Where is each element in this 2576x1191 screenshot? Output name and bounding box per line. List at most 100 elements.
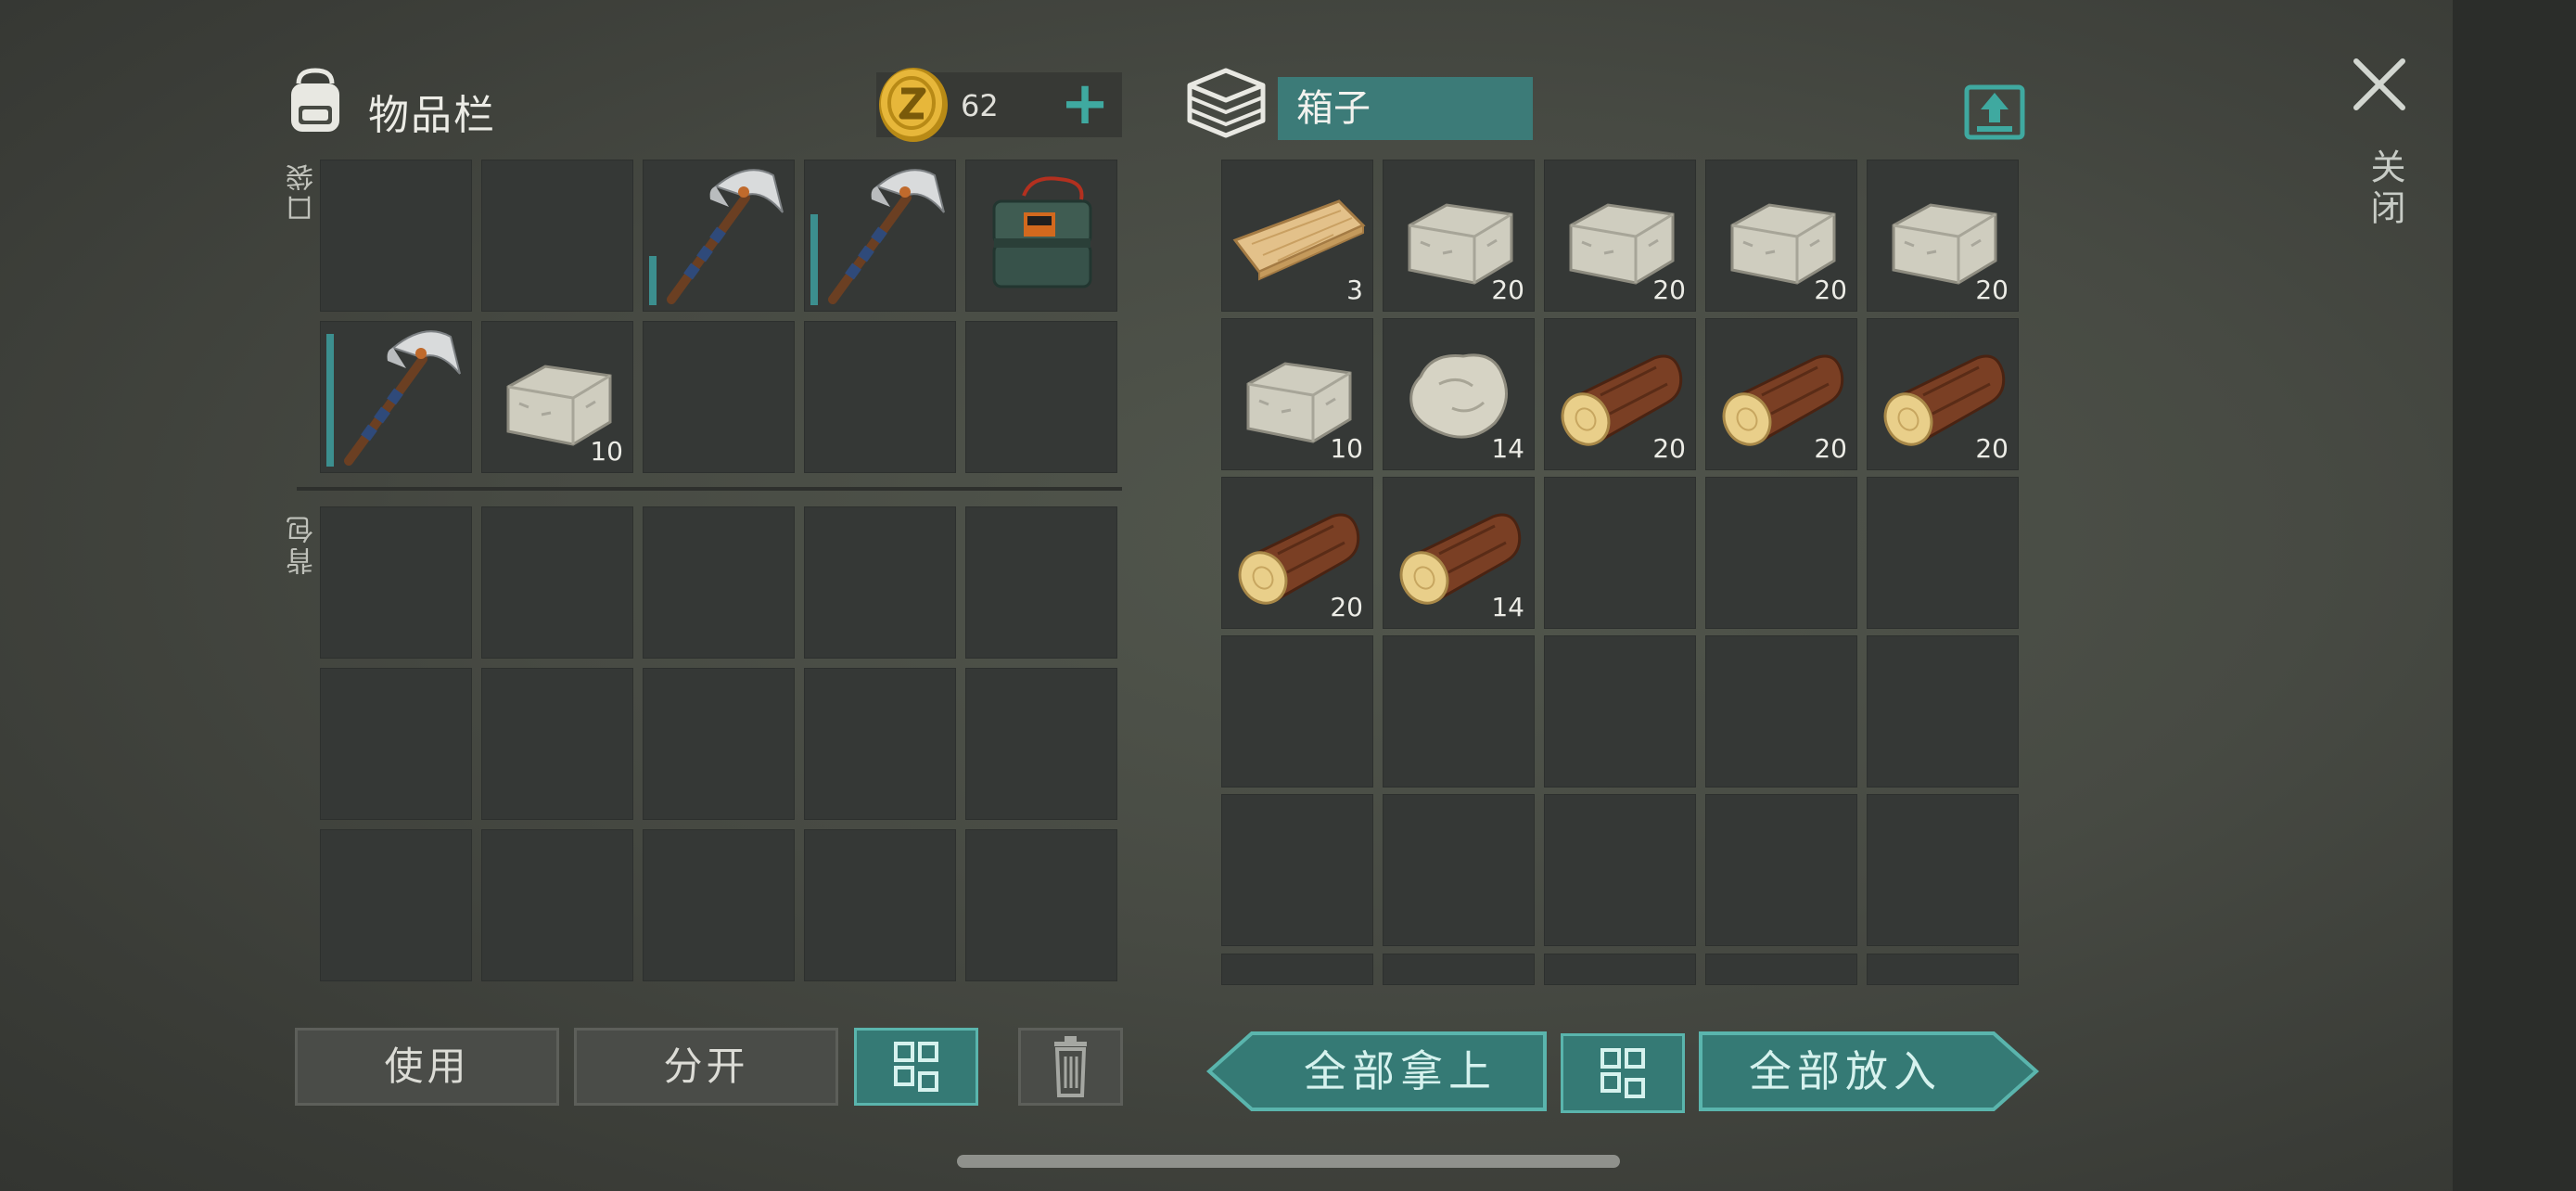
pocket-label: 口袋 [287, 160, 319, 223]
container-slot[interactable]: 20 [1383, 160, 1535, 312]
container-slot[interactable]: 20 [1867, 318, 2019, 470]
grid-sort-icon [894, 1042, 938, 1092]
c4-icon [992, 176, 1092, 288]
backpack-label: 背包 [287, 512, 319, 575]
backpack-slot[interactable] [804, 829, 956, 981]
trash-icon [1054, 1036, 1087, 1097]
backpack-slot[interactable] [965, 506, 1117, 659]
container-slot[interactable] [1705, 635, 1857, 788]
item-count: 14 [1491, 433, 1524, 464]
item-count: 20 [1814, 433, 1847, 464]
pocket-slot[interactable]: 10 [481, 321, 633, 473]
backpack-slot[interactable] [643, 829, 795, 981]
pickaxe-icon [828, 169, 945, 304]
take-all-button[interactable]: 全部拿上 [1252, 1030, 1549, 1113]
backpack-slot[interactable] [320, 506, 472, 659]
durability-bar [810, 214, 818, 305]
pocket-slot[interactable] [965, 160, 1117, 312]
container-slot[interactable]: 10 [1221, 318, 1373, 470]
pocket-slot[interactable] [965, 321, 1117, 473]
pocket-slot[interactable] [320, 321, 472, 473]
inventory-title: 物品栏 [368, 92, 496, 139]
use-button[interactable]: 使用 [295, 1028, 559, 1106]
container-slot[interactable] [1221, 635, 1373, 788]
container-slot[interactable]: 14 [1383, 477, 1535, 629]
pocket-slot[interactable] [481, 160, 633, 312]
backpack-slot[interactable] [804, 668, 956, 820]
grid-sort-icon [1600, 1048, 1645, 1098]
durability-bar [326, 334, 334, 467]
pocket-slot[interactable] [804, 321, 956, 473]
container-slot[interactable] [1867, 477, 2019, 629]
container-slot[interactable] [1544, 954, 1696, 985]
backpack-icon [291, 68, 339, 132]
item-count: 20 [1652, 433, 1686, 464]
container-slot[interactable] [1221, 954, 1373, 985]
pocket-slot[interactable] [320, 160, 472, 312]
container-slot[interactable]: 20 [1705, 318, 1857, 470]
backpack-slot[interactable] [965, 829, 1117, 981]
item-count: 20 [1975, 275, 2009, 305]
storage-box-icon [1187, 68, 1266, 138]
container-slot[interactable] [1705, 477, 1857, 629]
container-slot[interactable] [1705, 954, 1857, 985]
coin-count: 62 [961, 88, 999, 123]
container-slot[interactable]: 20 [1221, 477, 1373, 629]
container-slot[interactable]: 20 [1544, 318, 1696, 470]
pickaxe-icon [667, 169, 784, 304]
item-count: 20 [1652, 275, 1686, 305]
split-button[interactable]: 分开 [574, 1028, 838, 1106]
container-slot[interactable] [1867, 794, 2019, 946]
backpack-slot[interactable] [804, 506, 956, 659]
section-divider [297, 487, 1122, 491]
container-slot[interactable] [1705, 794, 1857, 946]
container-slot[interactable] [1383, 794, 1535, 946]
item-count: 20 [1491, 275, 1524, 305]
item-count: 20 [1975, 433, 2009, 464]
container-slot[interactable]: 3 [1221, 160, 1373, 312]
item-count: 20 [1330, 592, 1363, 622]
backpack-slot[interactable] [643, 668, 795, 820]
pocket-slot[interactable] [804, 160, 956, 312]
item-count: 3 [1346, 275, 1363, 305]
container-slot[interactable] [1221, 794, 1373, 946]
coin-icon [879, 68, 948, 142]
container-slot[interactable] [1383, 635, 1535, 788]
close-icon[interactable] [2351, 56, 2408, 113]
pickaxe-icon [344, 330, 461, 466]
item-count: 10 [1330, 433, 1363, 464]
container-slot[interactable]: 20 [1544, 160, 1696, 312]
durability-bar [649, 256, 657, 305]
item-count: 20 [1814, 275, 1847, 305]
backpack-slot[interactable] [643, 506, 795, 659]
sort-container-button[interactable] [1561, 1033, 1685, 1113]
backpack-slot[interactable] [965, 668, 1117, 820]
upload-icon[interactable] [1964, 80, 2025, 141]
container-slot[interactable] [1383, 954, 1535, 985]
close-label[interactable]: 关闭 [2360, 148, 2411, 230]
container-slot[interactable] [1867, 635, 2019, 788]
container-slot[interactable] [1867, 954, 2019, 985]
item-count: 14 [1491, 592, 1524, 622]
trash-button[interactable] [1018, 1028, 1123, 1106]
backpack-slot[interactable] [320, 829, 472, 981]
backpack-slot[interactable] [481, 668, 633, 820]
pocket-slot[interactable] [643, 160, 795, 312]
add-coins-button[interactable]: + [1048, 74, 1122, 139]
container-slot[interactable] [1544, 635, 1696, 788]
pocket-slot[interactable] [643, 321, 795, 473]
put-all-button[interactable]: 全部放入 [1697, 1030, 1994, 1113]
container-slot[interactable]: 14 [1383, 318, 1535, 470]
sort-inventory-button[interactable] [854, 1028, 978, 1106]
right-side-strip [2453, 0, 2576, 1191]
container-slot[interactable] [1544, 477, 1696, 629]
container-slot[interactable]: 20 [1867, 160, 2019, 312]
home-indicator [957, 1155, 1620, 1168]
backpack-slot[interactable] [481, 506, 633, 659]
container-slot[interactable] [1544, 794, 1696, 946]
backpack-slot[interactable] [320, 668, 472, 820]
container-slot[interactable]: 20 [1705, 160, 1857, 312]
backpack-slot[interactable] [481, 829, 633, 981]
item-count: 10 [590, 436, 623, 467]
container-name: 箱子 [1278, 77, 1533, 140]
